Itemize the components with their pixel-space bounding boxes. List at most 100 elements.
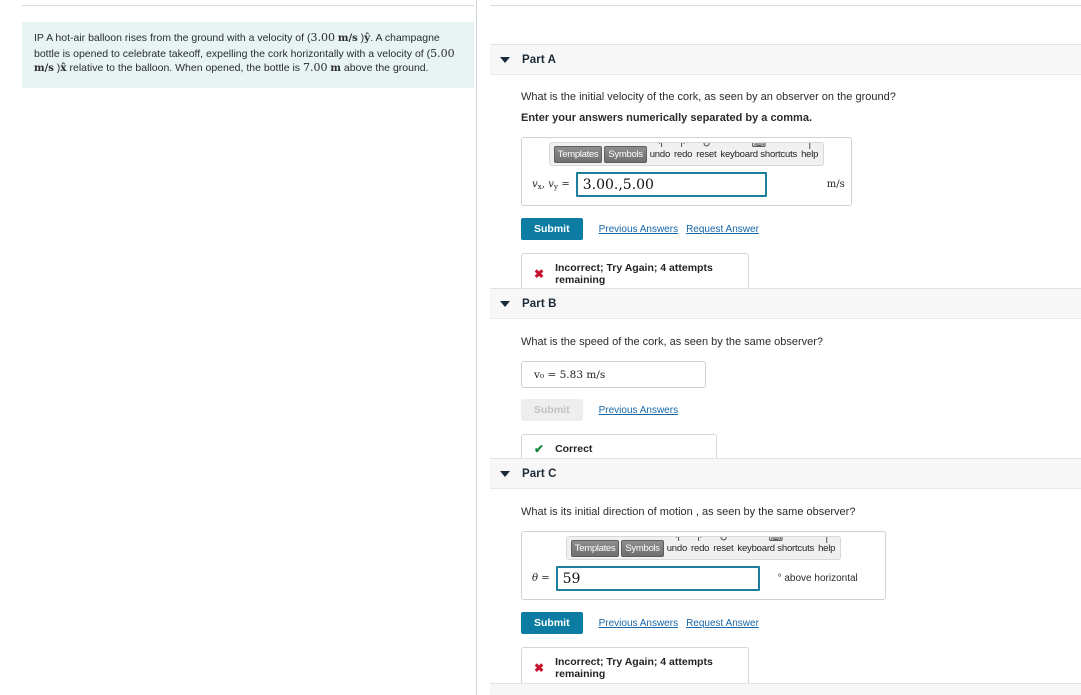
reset-icon: ↻	[702, 142, 711, 150]
problem-statement-text: IP A hot-air balloon rises from the grou…	[34, 31, 462, 77]
redo-label: redo	[674, 148, 693, 160]
part-title: Part B	[522, 297, 557, 310]
help-label: help	[801, 148, 819, 160]
keyboard-shortcuts-button[interactable]: ⌨ keyboard shortcuts	[736, 537, 815, 554]
actions-part-b: Submit Previous Answers	[521, 399, 1081, 421]
actions-part-a: Submit Previous Answers Request Answer	[521, 218, 1081, 240]
help-label: help	[818, 542, 836, 554]
label-equals: =	[538, 573, 550, 584]
redo-label: redo	[691, 542, 710, 554]
answer-input-part-c[interactable]	[555, 566, 760, 591]
label-equals: =	[558, 178, 570, 190]
previous-answers-link-part-a[interactable]: Previous Answers	[599, 224, 678, 235]
incorrect-icon: ✖	[534, 267, 545, 281]
incorrect-icon: ✖	[534, 661, 545, 675]
symbols-button[interactable]: Symbols	[604, 145, 647, 163]
help-button[interactable]: | help	[800, 143, 819, 160]
math-toolbar-part-c[interactable]: Templates Symbols ↰ undo ↱ redo ↻ reset ⌨ ke…	[565, 536, 842, 560]
undo-icon: ↰	[655, 142, 664, 150]
redo-button[interactable]: ↱ redo	[673, 143, 693, 160]
undo-icon: ↰	[672, 536, 681, 544]
answer-input-part-a[interactable]	[575, 172, 767, 197]
problem-value-2: 5.00	[430, 46, 455, 60]
redo-icon: ↱	[696, 536, 705, 544]
redo-button[interactable]: ↱ redo	[690, 537, 710, 554]
part-header-part-a[interactable]: Part A	[490, 44, 1081, 75]
submit-button-part-c[interactable]: Submit	[521, 612, 583, 634]
problem-value-3: 7.00	[302, 61, 328, 75]
answer-readonly-part-b: v₀ = 5.83 m/s	[534, 368, 606, 381]
help-button[interactable]: | help	[817, 537, 836, 554]
keyboard-shortcuts-label: keyboard shortcuts	[737, 542, 815, 554]
keyboard-shortcuts-button[interactable]: ⌨ keyboard shortcuts	[719, 143, 798, 160]
problem-unit-2: m/s	[34, 63, 54, 75]
undo-label: undo	[649, 148, 671, 160]
undo-label: undo	[666, 542, 688, 554]
answer-field-part-b[interactable]: v₀ = 5.83 m/s	[521, 361, 706, 388]
templates-button[interactable]: Templates	[553, 145, 603, 163]
undo-button[interactable]: ↰ undo	[649, 143, 671, 160]
pane-divider	[476, 0, 477, 695]
feedback-text-part-a: Incorrect; Try Again; 4 attempts remaini…	[555, 262, 713, 286]
keyboard-shortcuts-label: keyboard shortcuts	[720, 148, 798, 160]
previous-answers-link-part-b[interactable]: Previous Answers	[599, 405, 678, 416]
previous-answers-link-part-c[interactable]: Previous Answers	[599, 618, 678, 629]
request-answer-link-part-c[interactable]: Request Answer	[686, 618, 759, 629]
math-toolbar-part-a[interactable]: Templates Symbols ↰ undo ↱ redo ↻ reset ⌨ ke…	[548, 142, 825, 166]
problem-unit-1: m/s	[337, 33, 358, 44]
redo-icon: ↱	[679, 142, 688, 150]
answer-entry-box-part-c: Templates Symbols ↰ undo ↱ redo ↻ reset ⌨ ke…	[521, 531, 886, 600]
request-answer-link-part-a[interactable]: Request Answer	[686, 224, 759, 235]
problem-seg-6: above the ground.	[340, 62, 429, 75]
problem-seg-1: IP A hot-air balloon rises from the grou…	[34, 32, 311, 44]
symbols-button[interactable]: Symbols	[621, 539, 664, 557]
answer-column: Part A What is the initial velocity of t…	[490, 0, 1081, 695]
keyboard-icon: ⌨	[751, 142, 766, 150]
answer-entry-box-part-a: Templates Symbols ↰ undo ↱ redo ↻ reset ⌨ ke…	[521, 137, 852, 206]
actions-part-c: Submit Previous Answers Request Answer	[521, 612, 1081, 634]
answer-unit-part-c: ° above horizontal	[777, 573, 858, 584]
reset-label: reset	[696, 148, 717, 160]
part-body-part-a: What is the initial velocity of the cork…	[490, 89, 1081, 295]
feedback-text-part-b: Correct	[555, 443, 593, 455]
problem-seg-5: relative to the balloon. When opened, th…	[66, 62, 303, 75]
part-body-part-c: What is its initial direction of motion …	[490, 504, 1081, 689]
reset-button[interactable]: ↻ reset	[712, 537, 734, 554]
chevron-down-icon[interactable]	[500, 470, 510, 477]
top-rule-left	[22, 5, 474, 6]
part-header-next[interactable]	[490, 683, 1081, 695]
part-header-part-c[interactable]: Part C	[490, 458, 1081, 489]
undo-button[interactable]: ↰ undo	[666, 537, 688, 554]
entry-row-part-c: θ = ° above horizontal	[522, 560, 885, 599]
part-title: Part A	[522, 53, 557, 66]
part-body-part-b: What is the speed of the cork, as seen b…	[490, 334, 1081, 464]
correct-icon: ✔	[534, 442, 545, 456]
help-icon: |	[825, 536, 828, 544]
chevron-down-icon[interactable]	[500, 300, 510, 307]
problem-value-1: 3.00	[310, 31, 335, 44]
part-header-part-b[interactable]: Part B	[490, 288, 1081, 319]
label-comma-v: , v	[541, 178, 554, 190]
answer-label-part-a: vx, vy =	[532, 179, 570, 191]
problem-unit-3: m	[330, 63, 341, 75]
page-root: IP A hot-air balloon rises from the grou…	[0, 0, 1081, 695]
part-instruction: Enter your answers numerically separated…	[521, 112, 813, 124]
part-question: What is the initial velocity of the cork…	[521, 91, 896, 103]
reset-button[interactable]: ↻ reset	[695, 143, 717, 160]
part-question: What is its initial direction of motion …	[521, 506, 856, 518]
keyboard-icon: ⌨	[768, 536, 783, 544]
submit-button-part-a[interactable]: Submit	[521, 218, 583, 240]
chevron-down-icon[interactable]	[500, 56, 510, 63]
reset-icon: ↻	[719, 536, 728, 544]
feedback-text-part-c: Incorrect; Try Again; 4 attempts remaini…	[555, 656, 713, 680]
problem-statement-pane: IP A hot-air balloon rises from the grou…	[22, 22, 474, 88]
part-title: Part C	[522, 467, 557, 480]
entry-row-part-a: vx, vy = m/s	[522, 166, 851, 205]
submit-button-part-b[interactable]: Submit	[521, 399, 583, 421]
help-icon: |	[808, 142, 811, 150]
part-question: What is the speed of the cork, as seen b…	[521, 336, 824, 348]
templates-button[interactable]: Templates	[570, 539, 620, 557]
reset-label: reset	[713, 542, 734, 554]
answer-label-part-c: θ =	[532, 573, 550, 584]
answer-unit-part-a: m/s	[826, 179, 845, 190]
